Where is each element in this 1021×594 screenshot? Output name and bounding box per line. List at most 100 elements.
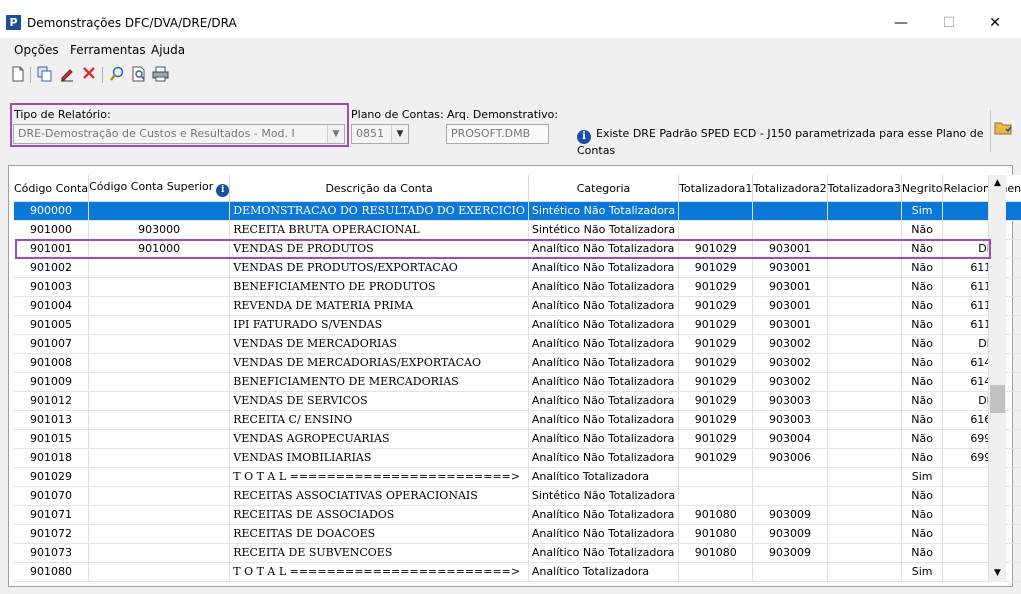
cell-categoria[interactable]: Analítico Não Totalizadora (528, 258, 680, 278)
cell-totalizadora1[interactable] (678, 201, 754, 221)
print-icon[interactable] (152, 66, 170, 84)
scroll-up-icon[interactable]: ▲ (989, 175, 1006, 192)
cell-superior[interactable] (88, 277, 231, 297)
col-codigo-conta[interactable]: Código Conta (14, 175, 90, 202)
cell-totalizadora1[interactable]: 901029 (678, 239, 754, 259)
minimize-button[interactable]: — (881, 12, 921, 34)
cell-codigo[interactable]: 901080 (14, 562, 90, 582)
search-icon[interactable] (108, 66, 126, 84)
cell-negrito[interactable]: Não (901, 410, 944, 430)
cell-superior[interactable] (88, 353, 231, 373)
cell-categoria[interactable]: Analítico Não Totalizadora (528, 391, 680, 411)
cell-totalizadora2[interactable]: 903001 (752, 258, 828, 278)
cell-totalizadora1[interactable]: 901029 (678, 429, 754, 449)
cell-totalizadora2[interactable] (752, 220, 828, 240)
cell-negrito[interactable]: Não (901, 258, 944, 278)
cell-totalizadora1[interactable] (678, 467, 754, 487)
cell-relacionamento[interactable] (942, 505, 1021, 525)
cell-totalizadora3[interactable] (827, 296, 902, 316)
cell-descricao[interactable]: VENDAS DE PRODUTOS (229, 239, 529, 259)
cell-totalizadora3[interactable] (827, 467, 902, 487)
cell-relacionamento[interactable] (942, 201, 1021, 221)
cell-codigo[interactable]: 901001 (14, 239, 90, 259)
col-relacionamento[interactable]: Relacionamento (942, 175, 1021, 202)
col-codigo-superior[interactable]: Código Conta Superior i (88, 175, 231, 202)
cell-totalizadora2[interactable]: 903003 (752, 391, 828, 411)
cell-totalizadora2[interactable]: 903009 (752, 505, 828, 525)
table-row[interactable]: 901000 903000 RECEITA BRUTA OPERACIONAL Sin… (14, 220, 1021, 240)
cell-totalizadora3[interactable] (827, 334, 902, 354)
cell-descricao[interactable]: VENDAS AGROPECUARIAS (229, 429, 529, 449)
cell-codigo[interactable]: 901071 (14, 505, 90, 525)
cell-categoria[interactable]: Analítico Totalizadora (528, 467, 680, 487)
cell-totalizadora2[interactable]: 903004 (752, 429, 828, 449)
cell-codigo[interactable]: 901015 (14, 429, 90, 449)
cell-totalizadora1[interactable]: 901029 (678, 391, 754, 411)
table-row[interactable]: 901015 VENDAS AGROPECUARIAS Analítico Não … (14, 429, 1021, 449)
cell-negrito[interactable]: Não (901, 543, 944, 563)
cell-totalizadora1[interactable]: 901029 (678, 296, 754, 316)
cell-codigo[interactable]: 901005 (14, 315, 90, 335)
cell-descricao[interactable]: RECEITA BRUTA OPERACIONAL (229, 220, 529, 240)
cell-relacionamento[interactable]: DIV (942, 391, 1021, 411)
cell-superior[interactable] (88, 372, 231, 392)
cell-relacionamento[interactable]: DIV (942, 239, 1021, 259)
cell-descricao[interactable]: BENEFICIAMENTO DE MERCADORIAS (229, 372, 529, 392)
cell-codigo[interactable]: 901002 (14, 258, 90, 278)
menu-opcoes[interactable]: Opções (14, 43, 59, 57)
cell-negrito[interactable]: Não (901, 296, 944, 316)
cell-relacionamento[interactable]: 69961 (942, 429, 1021, 449)
cell-categoria[interactable]: Analítico Não Totalizadora (528, 334, 680, 354)
cell-negrito[interactable]: Não (901, 448, 944, 468)
new-document-icon[interactable] (9, 66, 27, 84)
cell-negrito[interactable]: Não (901, 372, 944, 392)
table-row[interactable]: 901001 901000 VENDAS DE PRODUTOS Analítico … (14, 239, 1021, 259)
cell-negrito[interactable]: Não (901, 353, 944, 373)
cell-categoria[interactable]: Sintético Não Totalizadora (528, 220, 680, 240)
cell-relacionamento[interactable] (942, 524, 1021, 544)
cell-categoria[interactable]: Analítico Não Totalizadora (528, 296, 680, 316)
cell-relacionamento[interactable] (942, 486, 1021, 506)
copy-icon[interactable] (36, 66, 54, 84)
cell-totalizadora2[interactable]: 903001 (752, 315, 828, 335)
table-row[interactable]: 901070 RECEITAS ASSOCIATIVAS OPERACIONAIS… (14, 486, 1021, 506)
cell-categoria[interactable]: Analítico Totalizadora (528, 562, 680, 582)
cell-relacionamento[interactable]: 61119 (942, 315, 1021, 335)
table-row[interactable]: 901008 VENDAS DE MERCADORIAS/EXPORTACAO An… (14, 353, 1021, 373)
cell-categoria[interactable]: Analítico Não Totalizadora (528, 372, 680, 392)
cell-totalizadora2[interactable]: 903009 (752, 524, 828, 544)
cell-codigo[interactable]: 901029 (14, 467, 90, 487)
cell-totalizadora1[interactable] (678, 220, 754, 240)
info-icon[interactable]: i (216, 183, 230, 197)
table-row[interactable]: 900000 DEMONSTRACAO DO RESULTADO DO EXERC… (14, 201, 1021, 221)
maximize-button[interactable]: ☐ (929, 12, 969, 34)
cell-totalizadora3[interactable] (827, 372, 902, 392)
cell-superior[interactable] (88, 467, 231, 487)
cell-superior[interactable] (88, 391, 231, 411)
cell-negrito[interactable]: Não (901, 486, 944, 506)
cell-totalizadora3[interactable] (827, 220, 902, 240)
cell-totalizadora3[interactable] (827, 201, 902, 221)
cell-totalizadora3[interactable] (827, 277, 902, 297)
table-row[interactable]: 901004 REVENDA DE MATERIA PRIMA Analítico … (14, 296, 1021, 316)
table-row[interactable]: 901071 RECEITAS DE ASSOCIADOS Analítico Nã… (14, 505, 1021, 525)
cell-totalizadora3[interactable] (827, 391, 902, 411)
cell-categoria[interactable]: Analítico Não Totalizadora (528, 505, 680, 525)
cell-totalizadora2[interactable] (752, 562, 828, 582)
cell-codigo[interactable]: 901008 (14, 353, 90, 373)
cell-superior[interactable] (88, 296, 231, 316)
cell-relacionamento[interactable]: 61403 (942, 353, 1021, 373)
cell-descricao[interactable]: VENDAS DE MERCADORIAS/EXPORTACAO (229, 353, 529, 373)
cell-totalizadora3[interactable] (827, 315, 902, 335)
menu-ajuda[interactable]: Ajuda (151, 43, 185, 57)
cell-relacionamento[interactable]: DIV (942, 334, 1021, 354)
cell-superior[interactable] (88, 258, 231, 278)
cell-categoria[interactable]: Analítico Não Totalizadora (528, 315, 680, 335)
open-folder-button[interactable] (990, 110, 1015, 152)
cell-codigo[interactable]: 901073 (14, 543, 90, 563)
cell-totalizadora1[interactable]: 901029 (678, 258, 754, 278)
col-totalizadora3[interactable]: Totalizadora3 (827, 175, 902, 202)
cell-descricao[interactable]: RECEITAS DE ASSOCIADOS (229, 505, 529, 525)
cell-relacionamento[interactable]: 61106 (942, 296, 1021, 316)
edit-icon[interactable] (58, 66, 76, 84)
